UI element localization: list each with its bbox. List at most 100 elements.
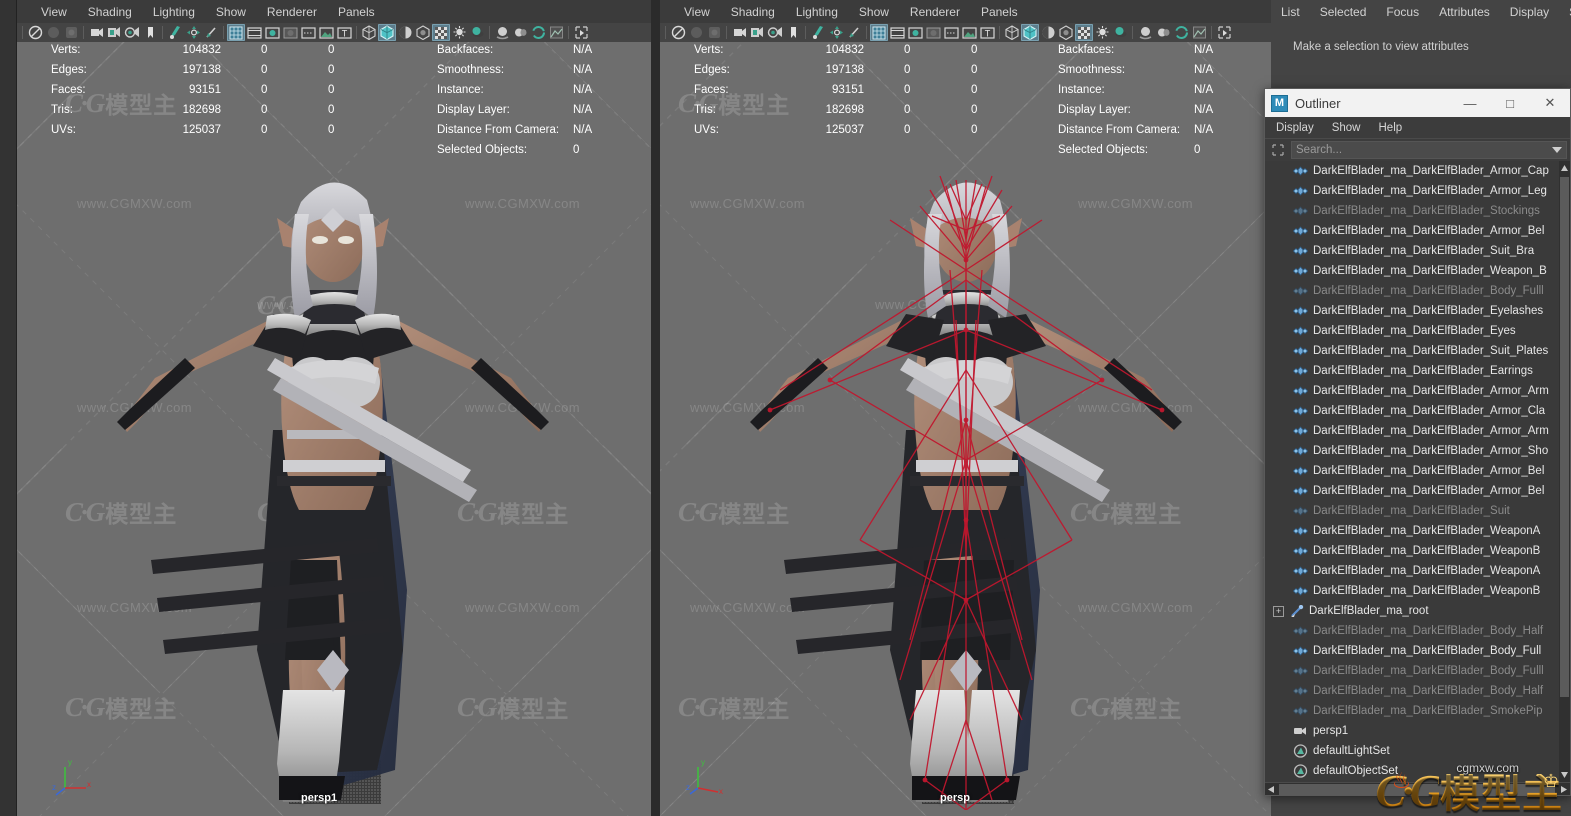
outliner-item[interactable]: DarkElfBlader_ma_DarkElfBlader_Eyelashes xyxy=(1265,301,1559,321)
close-button[interactable]: ✕ xyxy=(1530,89,1570,117)
viewport-toolbar-1[interactable]: T xyxy=(17,23,651,42)
outliner-title-bar[interactable]: M Outliner — □ ✕ xyxy=(1265,89,1570,117)
wireframe-shaded-icon[interactable] xyxy=(360,24,378,41)
viewport-menu-shading[interactable]: Shading xyxy=(88,5,132,19)
image-plane-icon[interactable] xyxy=(960,24,978,41)
viewport-menu-view[interactable]: View xyxy=(684,5,710,19)
outliner-item[interactable]: defaultLightSet xyxy=(1265,741,1559,761)
scroll-right-arrow[interactable] xyxy=(1558,784,1570,795)
outliner-item[interactable]: DarkElfBlader_ma_DarkElfBlader_Body_Full… xyxy=(1265,661,1559,681)
grid-toggle-icon[interactable] xyxy=(227,24,245,41)
ae-menu-attributes[interactable]: Attributes xyxy=(1439,5,1490,19)
scroll-down-arrow[interactable] xyxy=(1560,768,1569,782)
viewport-menu-renderer[interactable]: Renderer xyxy=(267,5,317,19)
outliner-item[interactable]: DarkElfBlader_ma_DarkElfBlader_Armor_Sho xyxy=(1265,441,1559,461)
viewport-menu-show[interactable]: Show xyxy=(216,5,246,19)
outliner-vertical-scrollbar[interactable] xyxy=(1559,161,1570,782)
outliner-window[interactable]: M Outliner — □ ✕ Display Show Help Searc… xyxy=(1264,88,1571,796)
viewport-toolbar-2[interactable]: T xyxy=(660,23,1271,42)
outliner-item[interactable]: DarkElfBlader_ma_DarkElfBlader_Armor_Arm xyxy=(1265,421,1559,441)
viewport-menu-show[interactable]: Show xyxy=(859,5,889,19)
shelf-tab-strip[interactable]: HardMesh xyxy=(0,0,48,816)
outliner-search-bar[interactable]: Search... xyxy=(1265,139,1570,161)
film-gate-icon[interactable] xyxy=(888,24,906,41)
outliner-menu-display[interactable]: Display xyxy=(1276,122,1314,134)
outliner-menubar[interactable]: Display Show Help xyxy=(1265,117,1570,139)
outliner-item[interactable]: DarkElfBlader_ma_DarkElfBlader_WeaponB xyxy=(1265,541,1559,561)
field-chart-icon[interactable] xyxy=(281,24,299,41)
outliner-item[interactable]: DarkElfBlader_ma_DarkElfBlader_Suit_Bra xyxy=(1265,241,1559,261)
ae-menu-display[interactable]: Display xyxy=(1510,5,1549,19)
outliner-item[interactable]: DarkElfBlader_ma_DarkElfBlader_Armor_Cap xyxy=(1265,161,1559,181)
motion-blur-icon[interactable] xyxy=(511,24,529,41)
shadows-icon[interactable] xyxy=(1111,24,1129,41)
ae-menu-list[interactable]: List xyxy=(1281,5,1300,19)
smooth-shaded-icon[interactable] xyxy=(378,24,396,41)
scrollbar-thumb[interactable] xyxy=(1560,177,1569,697)
outliner-item[interactable]: DarkElfBlader_ma_DarkElfBlader_Armor_Arm xyxy=(1265,381,1559,401)
xray-icon[interactable] xyxy=(62,24,80,41)
text-hud-icon[interactable]: T xyxy=(335,24,353,41)
shadows-icon[interactable] xyxy=(468,24,486,41)
viewport-menu-lighting[interactable]: Lighting xyxy=(153,5,195,19)
outliner-search-input[interactable]: Search... xyxy=(1291,141,1567,159)
outliner-horizontal-scrollbar[interactable] xyxy=(1265,782,1570,795)
outliner-item-list[interactable]: DarkElfBlader_ma_DarkElfBlader_Armor_Cap… xyxy=(1265,161,1570,782)
text-hud-icon[interactable]: T xyxy=(978,24,996,41)
flat-shaded-icon[interactable] xyxy=(414,24,432,41)
outliner-item[interactable]: DarkElfBlader_ma_DarkElfBlader_SmokePip xyxy=(1265,701,1559,721)
outliner-item[interactable]: DarkElfBlader_ma_DarkElfBlader_Body_Full… xyxy=(1265,281,1559,301)
field-chart-icon[interactable] xyxy=(924,24,942,41)
snap-icon[interactable] xyxy=(202,24,220,41)
selection-filter-icon[interactable] xyxy=(1268,141,1288,159)
move-texture-icon[interactable] xyxy=(184,24,202,41)
ae-menu-selected[interactable]: Selected xyxy=(1320,5,1367,19)
resolution-gate-icon[interactable] xyxy=(906,24,924,41)
viewport-panel-1[interactable]: www.CGMXW.com www.CGMXW.com www.CGMXW.co… xyxy=(17,0,651,816)
outliner-item[interactable]: DarkElfBlader_ma_DarkElfBlader_Armor_Cla xyxy=(1265,401,1559,421)
outliner-item[interactable]: DarkElfBlader_ma_DarkElfBlader_WeaponB xyxy=(1265,581,1559,601)
outliner-item[interactable]: DarkElfBlader_ma_DarkElfBlader_Armor_Bel xyxy=(1265,481,1559,501)
paint-select-icon[interactable] xyxy=(809,24,827,41)
outliner-item[interactable]: DarkElfBlader_ma_DarkElfBlader_Armor_Leg xyxy=(1265,181,1559,201)
outliner-item[interactable]: DarkElfBlader_ma_DarkElfBlader_Suit_Plat… xyxy=(1265,341,1559,361)
viewport-menubar-2[interactable]: View Shading Lighting Show Renderer Pane… xyxy=(660,0,1271,23)
lighting-icon[interactable] xyxy=(1093,24,1111,41)
two-pane-camera-icon[interactable] xyxy=(748,24,766,41)
expand-toggle-icon[interactable]: + xyxy=(1273,605,1284,617)
film-gate-icon[interactable] xyxy=(245,24,263,41)
screen-space-ao-icon[interactable] xyxy=(1136,24,1154,41)
motion-blur-icon[interactable] xyxy=(1154,24,1172,41)
bookmark-icon[interactable] xyxy=(141,24,159,41)
attribute-editor-menubar[interactable]: List Selected Focus Attributes Display S… xyxy=(1271,0,1571,23)
lighting-icon[interactable] xyxy=(450,24,468,41)
move-texture-icon[interactable] xyxy=(827,24,845,41)
paint-select-icon[interactable] xyxy=(166,24,184,41)
scroll-left-arrow[interactable] xyxy=(1265,784,1277,795)
screen-space-ao-icon[interactable] xyxy=(493,24,511,41)
outliner-item[interactable]: DarkElfBlader_ma_DarkElfBlader_Weapon_B xyxy=(1265,261,1559,281)
wireframe-shaded-icon[interactable] xyxy=(1003,24,1021,41)
textured-icon[interactable] xyxy=(1075,24,1093,41)
two-pane-camera-icon[interactable] xyxy=(105,24,123,41)
grid-camera-icon[interactable] xyxy=(766,24,784,41)
viewport-menu-lighting[interactable]: Lighting xyxy=(796,5,838,19)
maximize-button[interactable]: □ xyxy=(1490,89,1530,117)
chevron-down-icon[interactable] xyxy=(1552,147,1562,153)
xray-icon[interactable] xyxy=(705,24,723,41)
textured-icon[interactable] xyxy=(432,24,450,41)
grid-camera-icon[interactable] xyxy=(123,24,141,41)
viewport-fx-icon[interactable] xyxy=(547,24,565,41)
outliner-item[interactable]: DarkElfBlader_ma_DarkElfBlader_Body_Half xyxy=(1265,681,1559,701)
viewport-panel-2[interactable]: www.CGMXW.com www.CGMXW.com www.CGMXW.co… xyxy=(660,0,1271,816)
outliner-item[interactable]: persp1 xyxy=(1265,721,1559,741)
camera-icon[interactable] xyxy=(730,24,748,41)
resolution-gate-icon[interactable] xyxy=(263,24,281,41)
smooth-shaded-icon[interactable] xyxy=(1021,24,1039,41)
outliner-item[interactable]: DarkElfBlader_ma_DarkElfBlader_Armor_Bel xyxy=(1265,221,1559,241)
anti-alias-icon[interactable] xyxy=(1172,24,1190,41)
outliner-item[interactable]: + DarkElfBlader_ma_root xyxy=(1265,601,1559,621)
ae-menu-focus[interactable]: Focus xyxy=(1386,5,1419,19)
outliner-menu-show[interactable]: Show xyxy=(1332,122,1361,134)
isolate-select-icon[interactable] xyxy=(687,24,705,41)
